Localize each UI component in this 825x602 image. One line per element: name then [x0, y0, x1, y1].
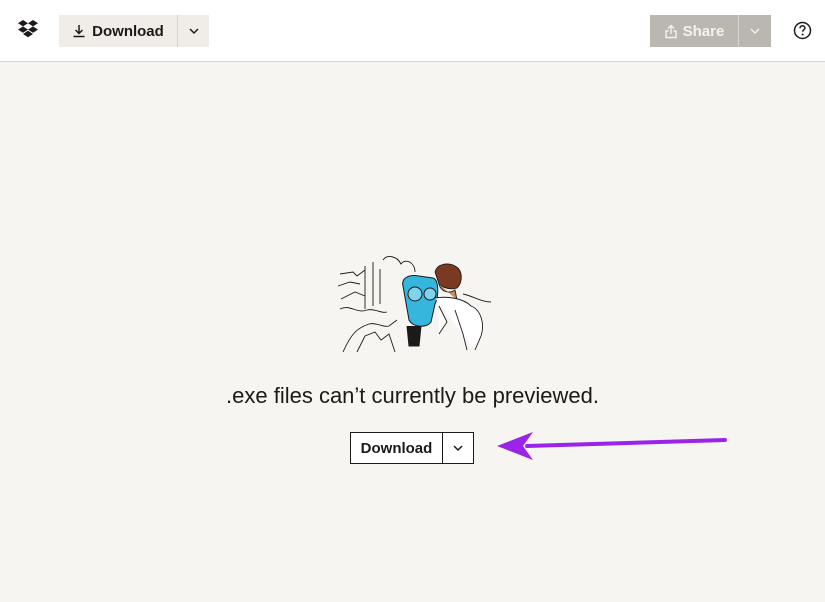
download-button[interactable]: Download [59, 15, 177, 47]
binoculars-viewer-illustration [337, 256, 491, 353]
chevron-down-icon [188, 27, 199, 34]
preview-download-menu-button[interactable] [443, 433, 473, 463]
download-menu-button[interactable] [177, 15, 209, 47]
top-bar: Download Share [0, 0, 825, 62]
dropbox-logo-icon[interactable] [17, 19, 39, 39]
purple-annotation-arrow-icon [497, 432, 727, 460]
share-button-group: Share [650, 15, 771, 47]
share-button[interactable]: Share [650, 15, 738, 47]
download-button-label: Download [92, 22, 164, 40]
download-icon [73, 25, 85, 38]
preview-unavailable-message: .exe files can’t currently be previewed. [226, 383, 599, 408]
chevron-down-icon [750, 27, 760, 34]
download-button-group: Download [59, 15, 209, 47]
share-icon [664, 24, 677, 38]
share-menu-button[interactable] [738, 15, 771, 47]
preview-download-button[interactable]: Download [351, 433, 443, 463]
share-button-label: Share [682, 22, 725, 40]
chevron-down-icon [453, 444, 463, 451]
help-icon[interactable] [793, 21, 812, 40]
preview-download-button-group: Download [350, 432, 474, 464]
